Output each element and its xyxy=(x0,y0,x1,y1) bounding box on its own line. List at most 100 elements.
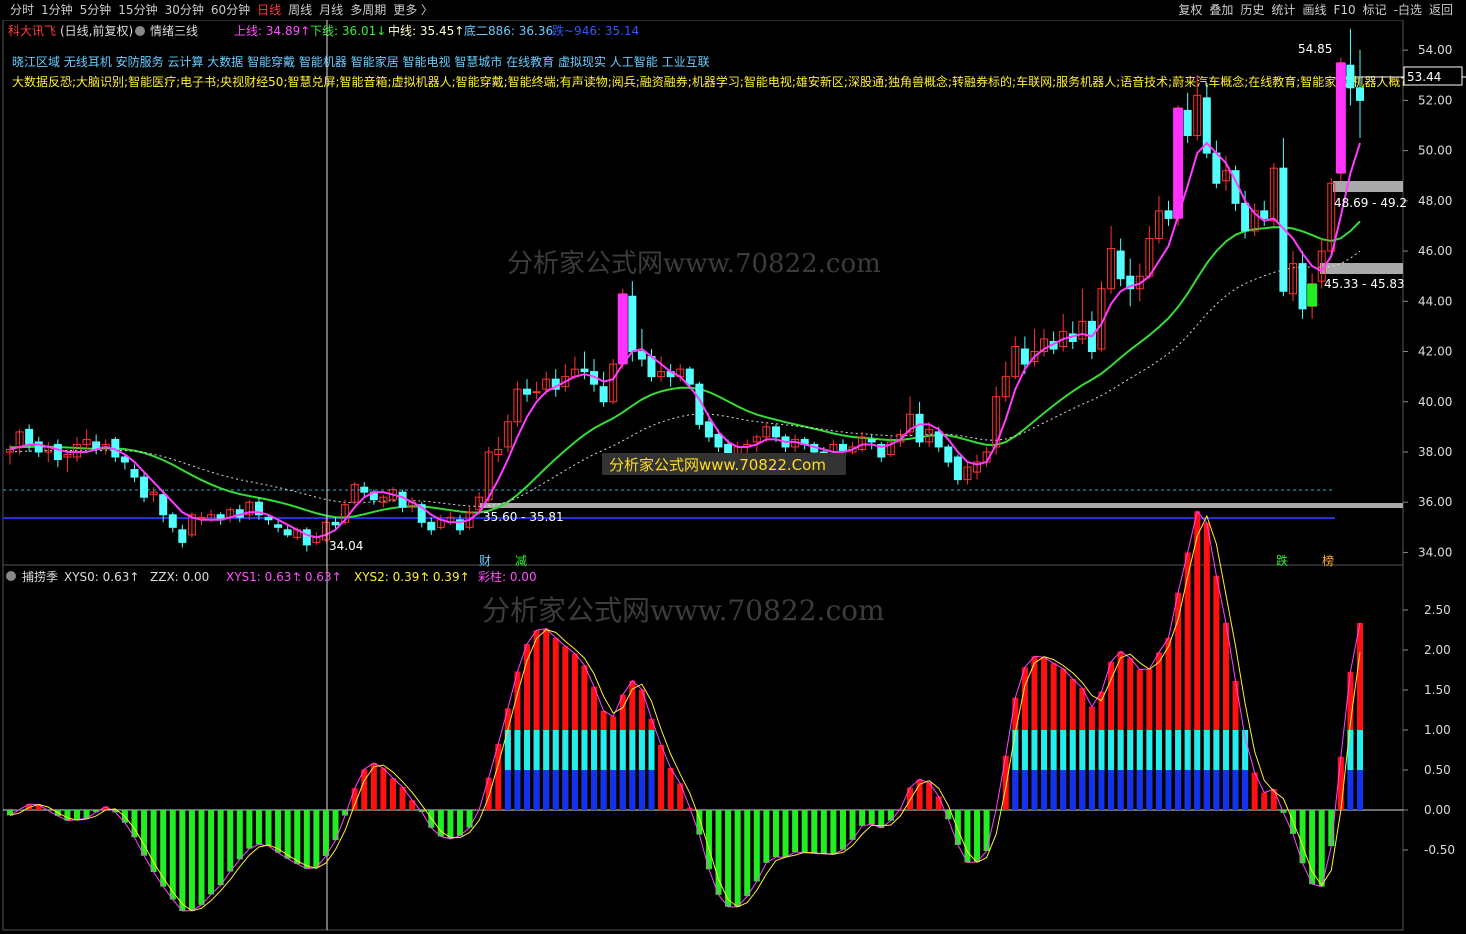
hist-bar-23 xyxy=(227,810,234,872)
toolbar-action-6[interactable]: 标记 xyxy=(1363,0,1387,20)
hist-bar-75 xyxy=(725,810,732,907)
period-tab-0[interactable]: 分时 xyxy=(10,0,34,20)
toolbar-action-1[interactable]: 叠加 xyxy=(1209,0,1233,20)
hist-blue-141 xyxy=(1357,770,1363,810)
hist-blue-67 xyxy=(648,770,655,810)
hist-bar-87 xyxy=(839,810,846,850)
hist-bar-25 xyxy=(246,810,253,849)
toolbar-action-0[interactable]: 复权 xyxy=(1178,0,1202,20)
period-tab-9[interactable]: 多周期 xyxy=(350,0,386,20)
event-mark-bang[interactable]: 榜 xyxy=(1322,553,1334,568)
candle-body-34 xyxy=(331,521,340,526)
hist-bar-33 xyxy=(322,810,329,856)
hist-bar-96 xyxy=(926,782,933,810)
hist-bar-29 xyxy=(284,810,291,859)
toolbar-action-4[interactable]: 画线 xyxy=(1302,0,1326,20)
period-tab-2[interactable]: 5分钟 xyxy=(80,0,112,20)
hist-blue-63 xyxy=(610,770,617,810)
hist-cyan-105 xyxy=(1012,730,1019,770)
hist-blue-105 xyxy=(1012,770,1019,810)
sub-label-0: 2.50 xyxy=(1424,603,1451,617)
toolbar-action-3[interactable]: 统计 xyxy=(1271,0,1295,20)
candle-body-116 xyxy=(1116,250,1125,280)
candle-body-71 xyxy=(685,368,694,385)
period-tab-1[interactable]: 1分钟 xyxy=(41,0,73,20)
hist-bar-24 xyxy=(236,810,243,860)
zone3-label: 35.60 - 35.81 xyxy=(483,510,564,524)
high-label: 54.85 xyxy=(1298,42,1332,56)
hist-bar-19 xyxy=(188,810,195,911)
period-tab-5[interactable]: 60分钟 xyxy=(211,0,250,20)
sub-label-2: 1.50 xyxy=(1424,683,1451,697)
hist-bar-21 xyxy=(208,810,215,895)
hist-bar-48 xyxy=(466,810,473,828)
hist-bar-26 xyxy=(255,810,262,845)
hist-bar-68 xyxy=(658,744,665,810)
candle-body-65 xyxy=(628,295,637,353)
zone-bar-low xyxy=(480,503,1403,508)
candle-body-18 xyxy=(178,529,187,543)
hist-bar-78 xyxy=(753,810,760,882)
candle-body-62 xyxy=(599,386,608,403)
hist-cyan-107 xyxy=(1031,730,1038,770)
hist-bar-139 xyxy=(1337,756,1344,810)
hist-blue-61 xyxy=(591,770,598,810)
toolbar-action-7[interactable]: -白选 xyxy=(1394,0,1422,20)
settings-icon[interactable] xyxy=(135,26,145,36)
hist-blue-140 xyxy=(1347,770,1354,810)
event-mark-jian[interactable]: 减 xyxy=(515,554,527,568)
hist-cyan-122 xyxy=(1175,730,1182,770)
period-tab-4[interactable]: 30分钟 xyxy=(165,0,204,20)
hist-cyan-61 xyxy=(591,730,598,770)
sub-label-1: 2.00 xyxy=(1424,643,1451,657)
hist-bar-94 xyxy=(907,787,913,810)
hist-blue-118 xyxy=(1136,770,1143,810)
hist-cyan-63 xyxy=(610,730,617,770)
event-mark-cai[interactable]: 财 xyxy=(479,554,491,568)
hist-cyan-60 xyxy=(581,730,588,770)
hist-bar-7 xyxy=(74,810,81,820)
toolbar-action-5[interactable]: F10 xyxy=(1333,0,1355,20)
period-tab-10[interactable]: 更多 〉 xyxy=(393,0,433,20)
kline-chart[interactable]: 科大讯飞 (日线,前复权) 情绪三线 上线: 34.89↑ 下线: 36.01↓… xyxy=(0,20,1466,934)
hist-cyan-127 xyxy=(1222,730,1229,770)
candle-body-17 xyxy=(168,514,177,528)
period-tab-3[interactable]: 15分钟 xyxy=(118,0,157,20)
toolbar-action-2[interactable]: 历史 xyxy=(1240,0,1264,20)
candle-body-95 xyxy=(915,413,924,443)
hist-bar-28 xyxy=(275,810,282,853)
hist-bar-46 xyxy=(447,810,454,839)
candle-body-126 xyxy=(1212,152,1221,184)
hist-blue-126 xyxy=(1213,770,1220,810)
price-label-8: 38.00 xyxy=(1418,445,1452,459)
period-tab-7[interactable]: 周线 xyxy=(288,0,312,20)
period-tab-8[interactable]: 月线 xyxy=(319,0,343,20)
candle-body-141 xyxy=(1356,87,1364,101)
hist-blue-122 xyxy=(1175,770,1182,810)
hist-cyan-66 xyxy=(638,730,645,770)
hist-blue-116 xyxy=(1117,770,1124,810)
hist-bar-17 xyxy=(169,810,176,900)
hist-bar-30 xyxy=(294,810,301,864)
watermark-inner: 分析家公式网www.70822.Com xyxy=(609,456,826,474)
hist-bar-92 xyxy=(887,810,894,821)
sub-settings-icon[interactable] xyxy=(6,571,16,581)
hist-cyan-59 xyxy=(571,730,578,770)
hist-blue-57 xyxy=(552,770,559,810)
hist-blue-117 xyxy=(1127,770,1134,810)
hist-cyan-141 xyxy=(1357,730,1363,770)
candle-body-12 xyxy=(120,456,129,463)
price-label-3: 48.00 xyxy=(1418,194,1452,208)
event-mark-die[interactable]: 跌 xyxy=(1276,553,1288,568)
toolbar-action-8[interactable]: 返回 xyxy=(1429,0,1453,20)
zone-bar-mid xyxy=(1320,263,1403,274)
candle-body-74 xyxy=(714,433,723,448)
hist-blue-53 xyxy=(514,770,521,810)
sub-label-3: 1.00 xyxy=(1424,723,1451,737)
hist-bar-89 xyxy=(859,810,866,826)
candle-body-73 xyxy=(704,421,713,438)
hist-bar-84 xyxy=(811,810,818,854)
period-tab-6[interactable]: 日线 xyxy=(257,0,281,20)
hist-blue-129 xyxy=(1242,770,1249,810)
hist-cyan-55 xyxy=(533,730,540,770)
